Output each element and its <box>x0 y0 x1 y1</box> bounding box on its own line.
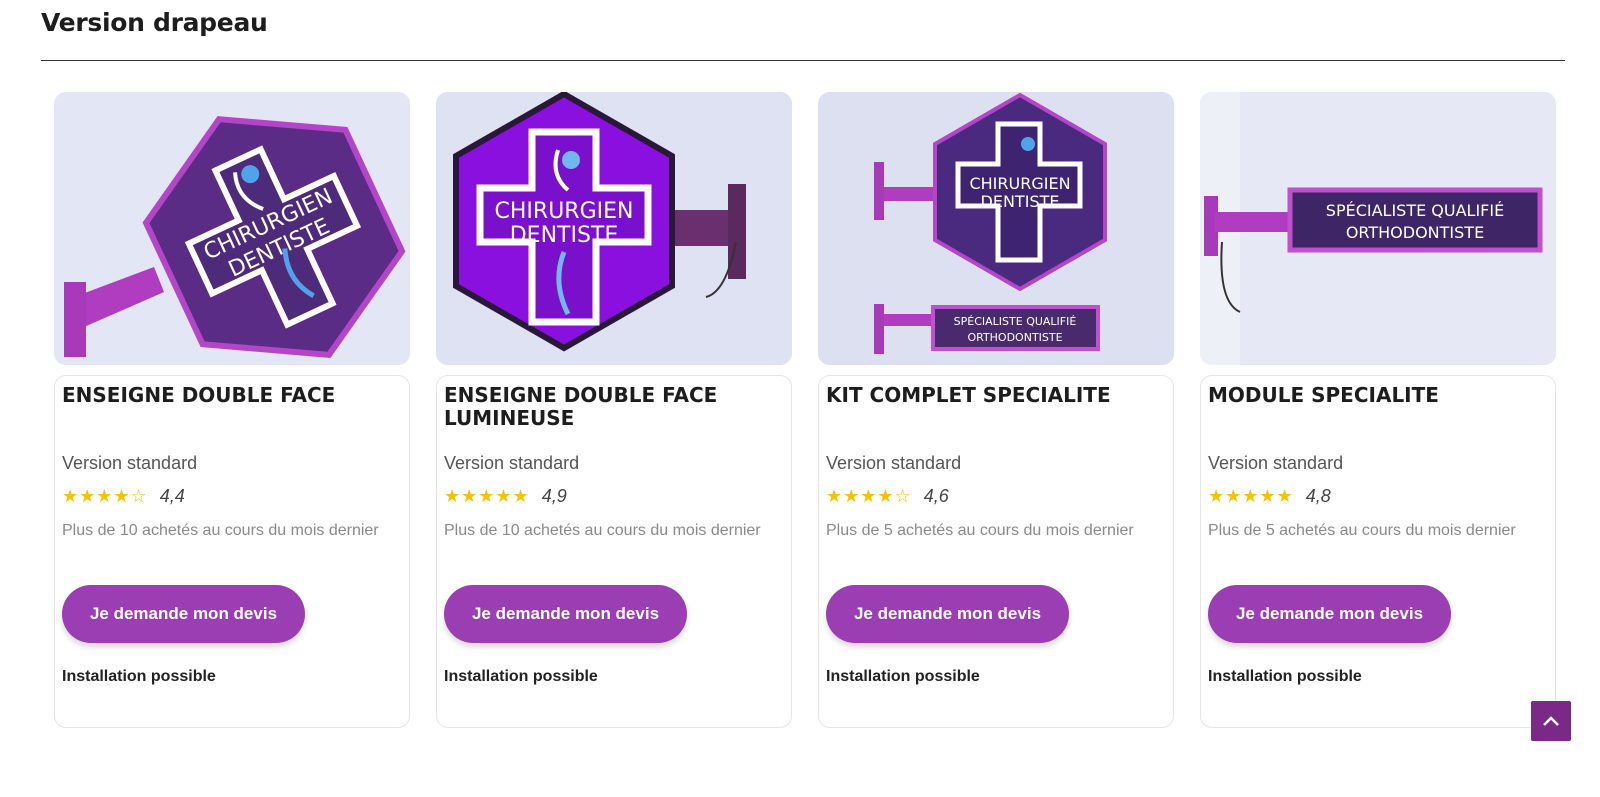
sign-text-line1: CHIRURGIEN <box>495 199 634 224</box>
rating-value: 4,8 <box>1305 486 1331 506</box>
product-image[interactable]: CHIRURGIEN DENTISTE <box>54 92 410 365</box>
purchase-count: Plus de 5 achetés au cours du mois derni… <box>1208 522 1516 539</box>
request-quote-button[interactable]: Je demande mon devis <box>1208 585 1451 643</box>
product-info: ENSEIGNE DOUBLE FACE LUMINEUSE Version s… <box>436 375 792 728</box>
product-title[interactable]: ENSEIGNE DOUBLE FACE LUMINEUSE <box>444 384 784 430</box>
star-rating-icon: ★★★★☆ <box>826 486 912 507</box>
chevron-up-icon <box>1543 716 1559 726</box>
back-to-top-button[interactable] <box>1531 701 1571 741</box>
product-image[interactable]: CHIRURGIEN DENTISTE <box>436 92 792 365</box>
product-rating: ★★★★★ 4,8 <box>1208 486 1331 507</box>
purchase-count: Plus de 10 achetés au cours du mois dern… <box>444 522 761 539</box>
star-rating-icon: ★★★★★ <box>1208 486 1294 507</box>
product-version: Version standard <box>1208 453 1344 473</box>
star-rating-icon: ★★★★☆ <box>62 486 148 507</box>
purchase-count: Plus de 5 achetés au cours du mois derni… <box>826 522 1134 539</box>
sign-text-line2: DENTISTE <box>510 223 619 248</box>
sign-text-line2: DENTISTE <box>981 192 1060 211</box>
product-info: MODULE SPECIALITE Version standard ★★★★★… <box>1200 375 1556 728</box>
sign-text-line1: SPÉCIALISTE QUALIFIÉ <box>1326 201 1504 220</box>
product-rating: ★★★★★ 4,9 <box>444 486 567 507</box>
product-rating: ★★★★☆ 4,4 <box>62 486 185 507</box>
purchase-count: Plus de 10 achetés au cours du mois dern… <box>62 522 379 539</box>
sign-text-line2: ORTHODONTISTE <box>1346 223 1484 242</box>
product-rating: ★★★★☆ 4,6 <box>826 486 949 507</box>
product-image[interactable]: SPÉCIALISTE QUALIFIÉ ORTHODONTISTE <box>1200 92 1556 365</box>
installation-note: Installation possible <box>1208 668 1362 685</box>
sign-text-line4: ORTHODONTISTE <box>967 331 1062 344</box>
section-divider <box>41 60 1565 61</box>
installation-note: Installation possible <box>826 668 980 685</box>
installation-note: Installation possible <box>444 668 598 685</box>
installation-note: Installation possible <box>62 668 216 685</box>
product-info: ENSEIGNE DOUBLE FACE Version standard ★★… <box>54 375 410 728</box>
request-quote-button[interactable]: Je demande mon devis <box>444 585 687 643</box>
sign-text-line3: SPÉCIALISTE QUALIFIÉ <box>954 315 1077 328</box>
section-title: Version drapeau <box>41 8 268 37</box>
product-info: KIT COMPLET SPECIALITE Version standard … <box>818 375 1174 728</box>
product-version: Version standard <box>62 453 198 473</box>
star-rating-icon: ★★★★★ <box>444 486 530 507</box>
rating-value: 4,6 <box>923 486 949 506</box>
rating-value: 4,9 <box>541 486 567 506</box>
request-quote-button[interactable]: Je demande mon devis <box>826 585 1069 643</box>
product-title[interactable]: MODULE SPECIALITE <box>1208 384 1548 407</box>
product-title[interactable]: ENSEIGNE DOUBLE FACE <box>62 384 402 407</box>
product-title[interactable]: KIT COMPLET SPECIALITE <box>826 384 1166 407</box>
product-image[interactable]: CHIRURGIEN DENTISTE SPÉCIALISTE QUALIFIÉ… <box>818 92 1174 365</box>
product-version: Version standard <box>826 453 962 473</box>
request-quote-button[interactable]: Je demande mon devis <box>62 585 305 643</box>
product-version: Version standard <box>444 453 580 473</box>
sign-text-line1: CHIRURGIEN <box>969 174 1070 193</box>
rating-value: 4,4 <box>159 486 185 506</box>
